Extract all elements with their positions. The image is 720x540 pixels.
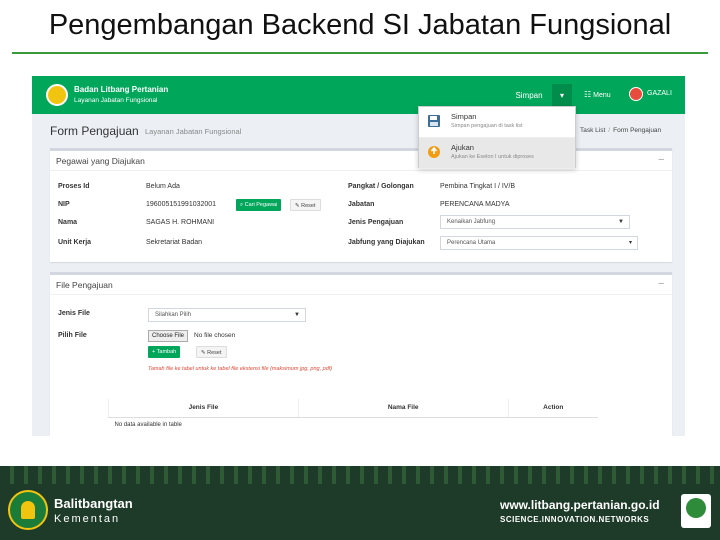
dropdown-item-desc: Ajukan ke Eselon I untuk diproses	[451, 154, 534, 160]
nama-value: SAGAS H. ROHMANI	[146, 219, 215, 226]
simpan-dropdown-menu: Simpan Simpan pengajuan di task list Aju…	[418, 106, 576, 169]
dropdown-item-desc: Simpan pengajuan di task list	[451, 123, 523, 129]
brand-name: Badan Litbang Pertanian	[74, 85, 169, 94]
agro-badge-logo	[681, 494, 711, 528]
chevron-down-icon: ▾	[628, 240, 632, 246]
reset-file-label: Reset	[207, 350, 222, 356]
dropdown-item-simpan[interactable]: Simpan Simpan pengajuan di task list	[419, 107, 575, 138]
column-action[interactable]: Action	[507, 399, 598, 418]
title-divider	[12, 52, 708, 54]
table-row: No data available in table	[109, 417, 599, 433]
choose-file-button[interactable]: Choose File	[148, 330, 189, 342]
footer-stripe	[0, 466, 720, 484]
footer-org-name: Balitbangtan	[54, 496, 133, 511]
file-panel-header: File Pengajuan –	[50, 275, 672, 295]
pegawai-panel-header: Pegawai yang Diajukan –	[50, 151, 672, 171]
pangkat-label: Pangkat / Golongan	[348, 183, 414, 190]
cari-pegawai-button[interactable]: ⌕ Cari Pegawai	[236, 199, 282, 211]
submit-icon	[427, 145, 441, 159]
content-header: Form Pengajuan Layanan Jabatan Fungsiona…	[32, 114, 685, 144]
column-nama-file[interactable]: Nama File	[297, 399, 509, 418]
tambah-button[interactable]: + Tambah	[148, 346, 181, 358]
jabfung-label: Jabfung yang Diajukan	[348, 239, 425, 246]
footer-tagline: SCIENCE.INNOVATION.NETWORKS	[500, 515, 650, 524]
pilih-file-label: Pilih File	[58, 332, 87, 339]
slide-title: Pengembangan Backend SI Jabatan Fungsion…	[48, 9, 672, 41]
footer-url: www.litbang.pertanian.go.id	[500, 498, 660, 512]
user-name[interactable]: GAZALI	[647, 90, 672, 97]
dropdown-item-label: Simpan	[451, 112, 477, 121]
chevron-down-icon: ▼	[618, 219, 624, 225]
jenis-pengajuan-value: Kenaikan Jabfung	[447, 219, 496, 225]
jabatan-label: Jabatan	[348, 201, 375, 208]
cari-pegawai-label: Cari Pegawai	[244, 202, 278, 208]
menu-label: Menu	[593, 92, 611, 99]
jenis-file-value: Silahkan Pilih	[155, 312, 192, 318]
jenis-file-label: Jenis File	[58, 310, 90, 317]
unit-kerja-label: Unit Kerja	[58, 239, 92, 246]
file-panel-title: File Pengajuan	[56, 280, 113, 290]
save-icon	[427, 114, 441, 128]
table-header-row: Jenis File Nama File Action	[108, 399, 598, 418]
jabfung-select[interactable]: Perencana Utama ▾	[440, 236, 638, 250]
jabatan-value: PERENCANA MADYA	[440, 201, 510, 208]
menu-icon: ☷	[584, 90, 592, 99]
top-navbar: Badan Litbang Pertanian Layanan Jabatan …	[32, 76, 685, 114]
balitbangtan-logo	[8, 490, 48, 530]
no-file-text: No file chosen	[194, 332, 236, 339]
breadcrumb-task-list[interactable]: Task List	[580, 127, 605, 134]
nip-field[interactable]: 196005151991032001	[146, 201, 216, 208]
file-table: Jenis File Nama File Action No data avai…	[108, 399, 598, 433]
page-subtitle: Layanan Jabatan Fungsional	[145, 127, 242, 136]
nip-label: NIP	[58, 201, 70, 208]
reset-button[interactable]: ✎ Reset	[290, 199, 321, 211]
dropdown-item-label: Ajukan	[451, 143, 474, 152]
pegawai-panel: Pegawai yang Diajukan – Proses Id Belum …	[50, 148, 672, 262]
pegawai-panel-title: Pegawai yang Diajukan	[56, 156, 145, 166]
chevron-down-icon: ▼	[294, 312, 300, 318]
reset-file-button[interactable]: ✎ Reset	[196, 346, 227, 358]
column-jenis-file[interactable]: Jenis File	[108, 399, 299, 418]
breadcrumb-separator: /	[608, 127, 611, 134]
breadcrumb-form-pengajuan: Form Pengajuan	[613, 127, 662, 134]
brand-logo	[46, 84, 68, 106]
collapse-icon[interactable]: –	[658, 154, 664, 165]
proses-id-value: Belum Ada	[146, 183, 180, 190]
simpan-button[interactable]: Simpan	[506, 84, 552, 108]
jenis-file-select[interactable]: Silahkan Pilih ▼	[148, 308, 306, 322]
jenis-pengajuan-label: Jenis Pengajuan	[348, 219, 404, 226]
app-screenshot: Badan Litbang Pertanian Layanan Jabatan …	[32, 76, 685, 436]
file-panel: File Pengajuan – Jenis File Silahkan Pil…	[50, 272, 672, 436]
menu-link[interactable]: ☷ Menu	[584, 90, 611, 99]
simpan-caret-icon[interactable]: ▾	[552, 84, 572, 108]
footer-ministry: Kementan	[54, 513, 121, 525]
brand-subtitle: Layanan Jabatan Fungsional	[74, 97, 158, 104]
unit-kerja-value: Sekretariat Badan	[146, 239, 203, 246]
jabfung-value: Perencana Utama	[447, 240, 496, 246]
nama-label: Nama	[58, 219, 78, 226]
proses-id-label: Proses Id	[58, 183, 90, 190]
pangkat-value: Pembina Tingkat I / IV/B	[440, 183, 516, 190]
page-title: Form Pengajuan	[50, 124, 139, 138]
user-avatar[interactable]	[629, 87, 643, 101]
breadcrumb: Task List / Form Pengajuan	[580, 127, 661, 134]
slide-footer: Balitbangtan Kementan www.litbang.pertan…	[0, 466, 720, 540]
collapse-icon[interactable]: –	[658, 278, 664, 289]
empty-table-text: No data available in table	[114, 422, 182, 429]
file-note: Tamah file ke tabel untuk ke tabel file …	[148, 366, 333, 372]
dropdown-item-ajukan[interactable]: Ajukan Ajukan ke Eselon I untuk diproses	[419, 138, 575, 169]
tambah-label: Tambah	[156, 349, 177, 355]
jenis-pengajuan-select[interactable]: Kenaikan Jabfung ▼	[440, 215, 630, 229]
reset-label: Reset	[301, 203, 316, 209]
